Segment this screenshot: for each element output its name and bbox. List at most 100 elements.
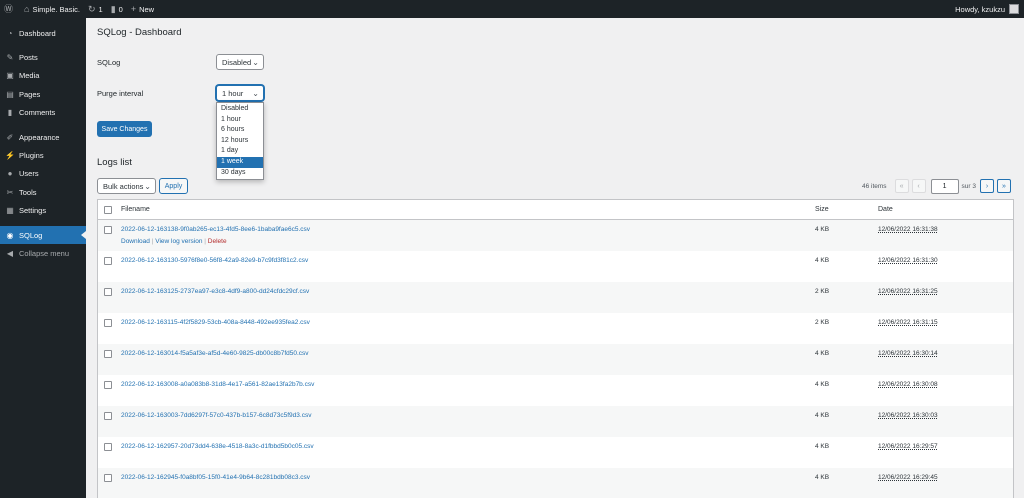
table-row: 2022-06-12-162957-20d73dd4-638e-4518-8a3…	[98, 437, 1013, 468]
sidebar-item-settings[interactable]: ▦ Settings	[0, 201, 86, 219]
database-icon: ◉	[6, 230, 14, 240]
row-checkbox[interactable]	[104, 443, 112, 451]
first-page-button[interactable]: «	[894, 179, 909, 193]
date-cell: 12/06/2022 16:30:14	[878, 350, 938, 357]
separator: |	[151, 238, 154, 245]
size-cell: 4 KB	[815, 412, 830, 419]
save-changes-button[interactable]: Save Changes	[97, 121, 152, 137]
current-page-input[interactable]: 1	[930, 178, 959, 194]
main-content: SQLog - Dashboard SQLog Disabled ⌄ Purge…	[86, 18, 1024, 498]
date-cell: 12/06/2022 16:30:08	[878, 381, 938, 388]
sidebar-item-label: Pages	[19, 89, 41, 99]
size-cell: 4 KB	[815, 474, 830, 481]
select-all-checkbox[interactable]	[104, 206, 112, 214]
collapse-menu-button[interactable]: ◀ Collapse menu	[0, 244, 86, 262]
chevron-down-icon: ⌄	[144, 182, 151, 191]
purge-interval-label: Purge interval	[97, 89, 144, 98]
sidebar-item-pages[interactable]: ▤ Pages	[0, 85, 86, 103]
wordpress-logo-button[interactable]: Ⓦ	[0, 0, 20, 18]
sidebar-item-label: Posts	[19, 52, 38, 62]
download-link[interactable]: Download	[121, 238, 150, 245]
next-page-button[interactable]: ›	[980, 179, 994, 193]
purge-option[interactable]: Disabled	[217, 104, 263, 115]
row-checkbox[interactable]	[104, 257, 112, 265]
row-checkbox[interactable]	[104, 226, 112, 234]
column-size: Size	[815, 206, 829, 213]
chevron-down-icon: ⌄	[252, 58, 259, 67]
filename-link[interactable]: 2022-06-12-163130-5976f8e0-56f8-42a9-82e…	[121, 257, 308, 264]
sqlog-select-value: Disabled	[222, 57, 252, 67]
sidebar-item-label: Appearance	[19, 132, 60, 142]
purge-option[interactable]: 1 day	[217, 146, 263, 157]
sidebar-item-users[interactable]: ● Users	[0, 164, 86, 182]
updates-link[interactable]: ↻ 1	[84, 0, 107, 18]
last-page-button[interactable]: »	[997, 179, 1011, 193]
purge-option[interactable]: 6 hours	[217, 125, 263, 136]
sidebar-item-plugins[interactable]: ⚡ Plugins	[0, 146, 86, 164]
bulk-actions-select[interactable]: Bulk actions ⌄	[97, 178, 156, 194]
date-cell: 12/06/2022 16:29:57	[878, 443, 938, 450]
filename-link[interactable]: 2022-06-12-163115-4f2f5829-53cb-408a-844…	[121, 319, 310, 326]
sidebar-item-label: Comments	[19, 107, 56, 117]
prev-page-button[interactable]: ‹	[911, 179, 926, 193]
table-row: 2022-06-12-163014-f5a5af3e-af5d-4e60-982…	[98, 344, 1013, 375]
row-checkbox[interactable]	[104, 350, 112, 358]
site-name-link[interactable]: ⌂ Simple. Basic.	[20, 0, 84, 18]
dashboard-icon: ◔	[7, 28, 13, 38]
my-account-link[interactable]: Howdy, kzukzu	[955, 4, 1024, 14]
row-checkbox[interactable]	[104, 474, 112, 482]
filename-link[interactable]: 2022-06-12-162945-f0a8bf05-15f0-41e4-9b6…	[121, 474, 310, 481]
filename-link[interactable]: 2022-06-12-162957-20d73dd4-638e-4518-8a3…	[121, 443, 314, 450]
size-cell: 4 KB	[815, 257, 830, 264]
total-pages: sur 3	[961, 182, 976, 190]
table-row: 2022-06-12-163138-9f0ab265-ec13-4fd5-8ee…	[98, 220, 1013, 251]
updates-count: 1	[98, 4, 103, 14]
sidebar-item-tools[interactable]: ✂ Tools	[0, 183, 86, 201]
sidebar-item-label: Dashboard	[19, 28, 56, 38]
apply-button[interactable]: Apply	[159, 178, 188, 194]
table-row: 2022-06-12-163003-7dd6297f-57c0-437b-b15…	[98, 406, 1013, 437]
row-checkbox[interactable]	[104, 288, 112, 296]
sidebar-item-media[interactable]: ▣ Media	[0, 66, 86, 84]
purge-option[interactable]: 30 days	[217, 168, 263, 179]
row-checkbox[interactable]	[104, 381, 112, 389]
page-title: SQLog - Dashboard	[97, 27, 182, 38]
date-cell: 12/06/2022 16:31:38	[878, 226, 938, 233]
filename-link[interactable]: 2022-06-12-163125-2737ea97-e3c8-4df9-a80…	[121, 288, 309, 295]
sidebar-item-comments[interactable]: ▮ Comments	[0, 103, 86, 121]
delete-link[interactable]: Delete	[208, 238, 227, 245]
sidebar-item-dashboard[interactable]: ◔ Dashboard	[0, 24, 86, 42]
plus-icon: +	[130, 3, 137, 14]
settings-icon: ▦	[6, 205, 14, 215]
table-row: 2022-06-12-163125-2737ea97-e3c8-4df9-a80…	[98, 282, 1013, 313]
row-checkbox[interactable]	[104, 412, 112, 420]
separator: |	[204, 238, 206, 245]
purge-option[interactable]: 12 hours	[217, 136, 263, 147]
row-checkbox[interactable]	[104, 319, 112, 327]
chevron-down-icon: ⌄	[252, 89, 259, 98]
purge-option-highlighted[interactable]: 1 week	[217, 156, 263, 168]
filename-link[interactable]: 2022-06-12-163014-f5a5af3e-af5d-4e60-982…	[121, 350, 309, 357]
site-name: Simple. Basic.	[32, 4, 80, 14]
comments-link[interactable]: ▮ 0	[107, 0, 127, 18]
wordpress-icon: Ⓦ	[4, 3, 14, 14]
size-cell: 4 KB	[815, 443, 830, 450]
purge-option[interactable]: 1 hour	[217, 115, 263, 126]
sidebar-item-posts[interactable]: ✎ Posts	[0, 48, 86, 66]
table-row: 2022-06-12-163115-4f2f5829-53cb-408a-844…	[98, 313, 1013, 344]
table-row: 2022-06-12-163008-a0a083b8-31d8-4e17-a56…	[98, 375, 1013, 406]
size-cell: 4 KB	[815, 226, 830, 233]
purge-interval-dropdown: Disabled 1 hour 6 hours 12 hours 1 day 1…	[216, 102, 264, 181]
new-content-link[interactable]: + New	[127, 0, 158, 18]
purge-interval-select[interactable]: 1 hour ⌄	[216, 85, 264, 101]
filename-link[interactable]: 2022-06-12-163008-a0a083b8-31d8-4e17-a56…	[121, 381, 314, 388]
filename-link[interactable]: 2022-06-12-163138-9f0ab265-ec13-4fd5-8ee…	[121, 226, 310, 233]
size-cell: 2 KB	[815, 288, 830, 295]
new-label: New	[139, 4, 155, 14]
updates-icon: ↻	[87, 3, 96, 14]
view-log-link[interactable]: View log version	[155, 238, 202, 245]
sqlog-select[interactable]: Disabled ⌄	[216, 54, 264, 70]
sidebar-item-appearance[interactable]: ✐ Appearance	[0, 128, 86, 146]
filename-link[interactable]: 2022-06-12-163003-7dd6297f-57c0-437b-b15…	[121, 412, 311, 419]
sidebar-item-sqlog[interactable]: ◉ SQLog	[0, 226, 86, 244]
